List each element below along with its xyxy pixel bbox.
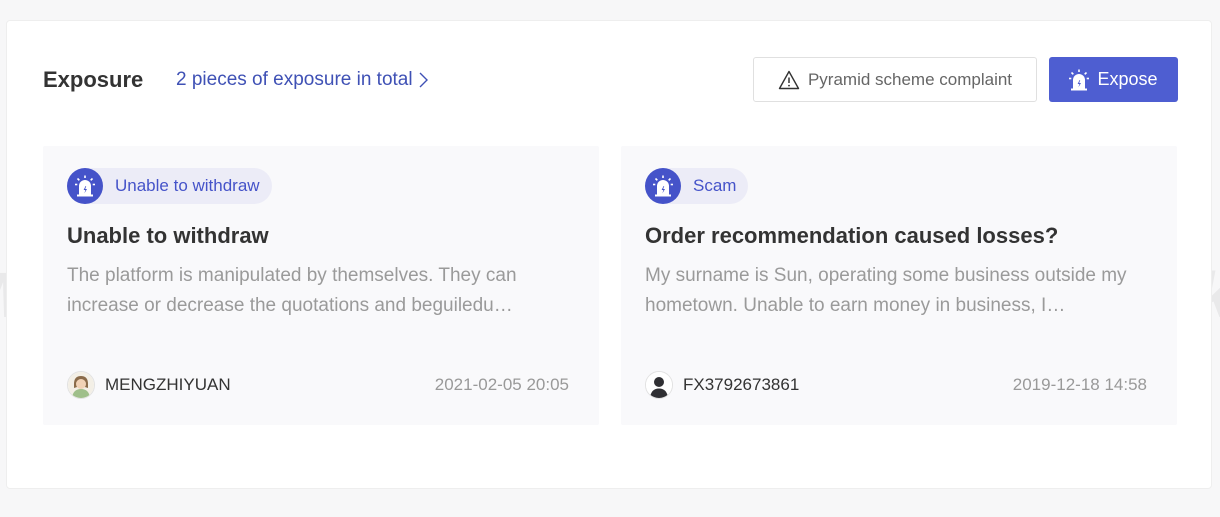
author-name: FX3792673861 [683,375,800,394]
warning-icon [778,70,800,89]
category-tag-label: Scam [693,176,737,195]
exposure-panel: Exposure 2 pieces of exposure in total P… [6,20,1212,489]
post-time: 2021-02-05 20:05 [434,375,569,394]
alarm-icon [1069,69,1090,90]
author-name: MENGZHIYUAN [105,375,231,394]
expose-label: Expose [1097,69,1158,89]
post-time: 2019-12-18 14:58 [1012,375,1147,394]
category-tag: Unable to withdraw [67,168,272,204]
card-title: Unable to withdraw [67,223,269,248]
alarm-icon [67,168,103,204]
category-tag-label: Unable to withdraw [115,176,260,195]
chevron-right-icon [419,72,428,88]
card-description: My surname is Sun, operating some busine… [645,265,1127,316]
category-tag: Scam [645,168,749,204]
alarm-icon [645,168,681,204]
pyramid-complaint-label: Pyramid scheme complaint [807,69,1013,89]
section-title: Exposure [43,67,144,92]
author-info: MENGZHIYUAN [67,371,231,399]
user-photo-avatar [67,371,95,399]
total-exposure-link[interactable]: 2 pieces of exposure in total [176,69,428,91]
pyramid-complaint-button[interactable]: Pyramid scheme complaint [753,57,1037,102]
author-info: FX3792673861 [645,371,799,399]
exposure-card[interactable]: Scam Order recommendation caused losses?… [621,146,1177,425]
exposure-card[interactable]: Unable to withdraw Unable to withdraw Th… [43,146,599,425]
expose-button[interactable]: Expose [1049,57,1178,102]
card-title: Order recommendation caused losses? [645,223,1059,248]
total-exposure-label: 2 pieces of exposure in total [176,69,413,90]
default-user-avatar [645,371,673,399]
card-description: The platform is manipulated by themselve… [67,265,517,316]
